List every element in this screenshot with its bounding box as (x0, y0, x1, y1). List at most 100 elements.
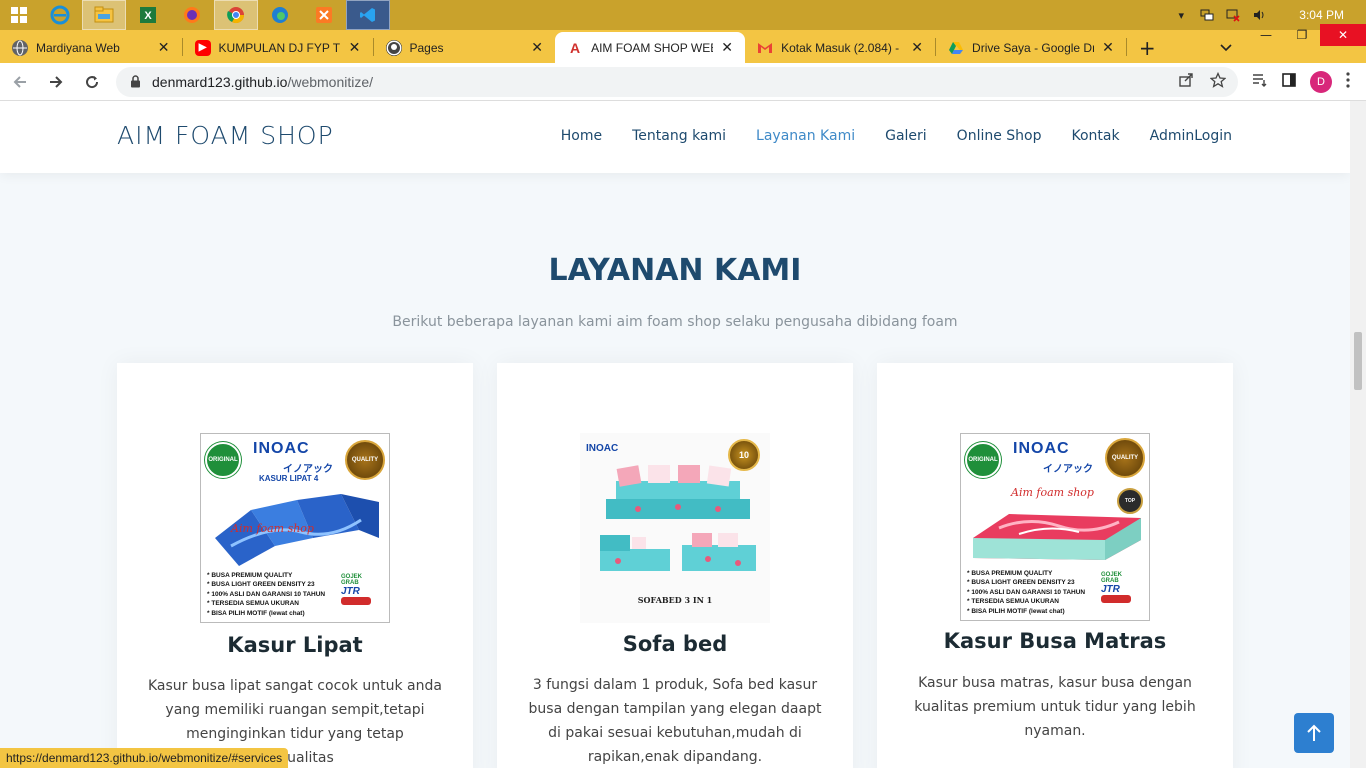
sofa-bed-illustration (600, 465, 756, 571)
url-path: /webmonitize/ (287, 73, 374, 90)
chevron-up-icon[interactable]: ▾ (1173, 7, 1189, 23)
minimize-icon[interactable]: — (1248, 24, 1284, 46)
image-jp-brand: イノアック (283, 464, 333, 475)
edge-icon[interactable] (258, 0, 302, 30)
image-caption: SOFABED 3 IN 1 (637, 595, 713, 605)
back-icon[interactable] (4, 66, 36, 98)
system-tray: ▾ 3:04 PM (1173, 7, 1366, 23)
network-icon[interactable] (1199, 7, 1215, 23)
close-tab-icon[interactable]: ✕ (909, 39, 925, 56)
close-tab-icon[interactable]: ✕ (1100, 39, 1116, 56)
xampp-icon[interactable] (302, 0, 346, 30)
browser-toolbar: denmard123.github.io/webmonitize/ D (0, 63, 1366, 101)
forward-icon[interactable] (40, 66, 72, 98)
reload-icon[interactable] (76, 66, 108, 98)
card-description: 3 fungsi dalam 1 produk, Sofa bed kasur … (528, 677, 822, 765)
clock[interactable]: 3:04 PM (1299, 8, 1344, 22)
lock-icon[interactable] (128, 75, 142, 89)
reading-list-icon[interactable] (1252, 73, 1268, 91)
close-window-icon[interactable]: ✕ (1320, 24, 1366, 46)
vscode-icon[interactable] (346, 0, 390, 30)
browser-tab[interactable]: Pages ✕ (374, 32, 556, 63)
image-brand: INOAC (253, 440, 310, 457)
browser-tab[interactable]: Mardiyana Web ✕ (0, 32, 182, 63)
site-logo[interactable]: AIM FOAM SHOP (117, 121, 334, 150)
browser-tab[interactable]: Drive Saya - Google Drive ✕ (936, 32, 1126, 63)
browser-tab-active[interactable]: A AIM FOAM SHOP WEBSITE ✕ (555, 32, 746, 63)
section-title: LAYANAN KAMI (548, 253, 802, 288)
tab-title: Kotak Masuk (2.084) - d (781, 40, 904, 55)
bookmark-star-icon[interactable] (1209, 71, 1227, 91)
kasur-lipat-image: ORIGINAL INOAC イノアック KASUR LIPAT 4 QUALI… (200, 433, 390, 623)
svg-text:X: X (144, 10, 152, 22)
side-panel-icon[interactable] (1282, 72, 1296, 91)
image-bullet: * BUSA PREMIUM QUALITY (207, 571, 293, 579)
volume-icon[interactable] (1251, 7, 1267, 23)
chrome-icon[interactable] (214, 0, 258, 30)
firefox-icon[interactable] (170, 0, 214, 30)
page-viewport: AIM FOAM SHOP Home Tentang kami Layanan … (0, 101, 1350, 768)
image-bullet: * TERSEDIA SEMUA UKURAN (967, 598, 1059, 605)
window-controls: — ❐ ✕ (1248, 24, 1366, 55)
no-network-icon[interactable] (1225, 7, 1241, 23)
gmail-icon (757, 40, 773, 56)
url-host: denmard123.github.io (152, 73, 288, 90)
kasur-busa-matras-image: ORIGINAL INOAC イノアック QUALITY Aim foam sh… (960, 433, 1150, 621)
sofa-bed-image: INOAC 10 SOFABED 3 IN 1 (580, 433, 770, 623)
tab-title: Drive Saya - Google Drive (972, 40, 1094, 55)
share-icon[interactable] (1178, 72, 1194, 91)
tab-title: Mardiyana Web (36, 40, 120, 55)
restore-icon[interactable]: ❐ (1284, 24, 1320, 46)
tab-search-icon[interactable] (1212, 32, 1241, 63)
image-bullet: * BISA PILIH MOTIF (lewat chat) (207, 609, 305, 617)
arrow-up-icon (1307, 724, 1321, 741)
browser-tab[interactable]: ▶ KUMPULAN DJ FYP TIKTOK ✕ (183, 32, 373, 63)
card-description: Kasur busa matras, kasur busa dengan kua… (914, 675, 1196, 739)
back-to-top-button[interactable] (1294, 713, 1334, 753)
menu-kebab-icon[interactable] (1346, 71, 1350, 92)
globe-icon (12, 39, 28, 56)
tab-separator (1126, 38, 1127, 56)
image-script-text: Aim foam shop (231, 522, 314, 535)
nav-home[interactable]: Home (561, 128, 602, 144)
delivery-logos-icon: GOJEK GRAB JTR (341, 574, 385, 618)
image-bullet: * 100% ASLI DAN GARANSI 10 TAHUN (967, 588, 1086, 596)
image-bullet: * BUSA LIGHT GREEN DENSITY 23 (207, 581, 315, 588)
profile-avatar[interactable]: D (1310, 70, 1332, 93)
scrollbar-thumb[interactable] (1354, 332, 1362, 390)
image-product-label: KASUR LIPAT 4 (259, 474, 319, 483)
nav-galeri[interactable]: Galeri (885, 128, 927, 144)
mattress-illustration (973, 514, 1141, 560)
file-explorer-icon[interactable] (82, 0, 126, 30)
original-badge-icon: ORIGINAL (965, 442, 1001, 478)
close-tab-icon[interactable]: ✕ (719, 39, 735, 56)
site-nav: Home Tentang kami Layanan Kami Galeri On… (561, 128, 1232, 144)
nav-layanan-kami[interactable]: Layanan Kami (756, 128, 855, 144)
image-script-text: Aim foam shop (1011, 486, 1094, 499)
nav-kontak[interactable]: Kontak (1072, 128, 1120, 144)
address-bar[interactable]: denmard123.github.io/webmonitize/ (116, 66, 1238, 97)
windows-taskbar: X ▾ 3:04 PM (0, 0, 1366, 30)
nav-online-shop[interactable]: Online Shop (957, 128, 1042, 144)
nav-tentang-kami[interactable]: Tentang kami (632, 128, 726, 144)
close-tab-icon[interactable]: ✕ (156, 39, 172, 56)
image-bullet: * 100% ASLI DAN GARANSI 10 TAHUN (207, 590, 326, 598)
image-bullet: * BISA PILIH MOTIF (lewat chat) (967, 607, 1065, 615)
browser-tab-strip: Mardiyana Web ✕ ▶ KUMPULAN DJ FYP TIKTOK… (0, 24, 1366, 63)
new-tab-button[interactable]: + (1133, 32, 1162, 63)
close-tab-icon[interactable]: ✕ (529, 39, 545, 56)
github-icon (385, 39, 402, 56)
browser-tab[interactable]: Kotak Masuk (2.084) - d ✕ (745, 32, 935, 63)
close-tab-icon[interactable]: ✕ (347, 39, 363, 56)
start-icon[interactable] (0, 0, 38, 30)
image-brand: INOAC (586, 443, 619, 454)
status-url-preview: https://denmard123.github.io/webmonitize… (0, 748, 289, 768)
original-badge-icon: ORIGINAL (205, 442, 241, 478)
nav-admin-login[interactable]: AdminLogin (1150, 128, 1232, 144)
image-bullet: * BUSA PREMIUM QUALITY (967, 569, 1053, 577)
excel-icon[interactable]: X (126, 0, 170, 30)
ie-icon[interactable] (38, 0, 82, 30)
card-title: Kasur Busa Matras (943, 629, 1167, 653)
page-scrollbar[interactable] (1350, 101, 1366, 768)
card-title: Sofa bed (622, 632, 728, 656)
